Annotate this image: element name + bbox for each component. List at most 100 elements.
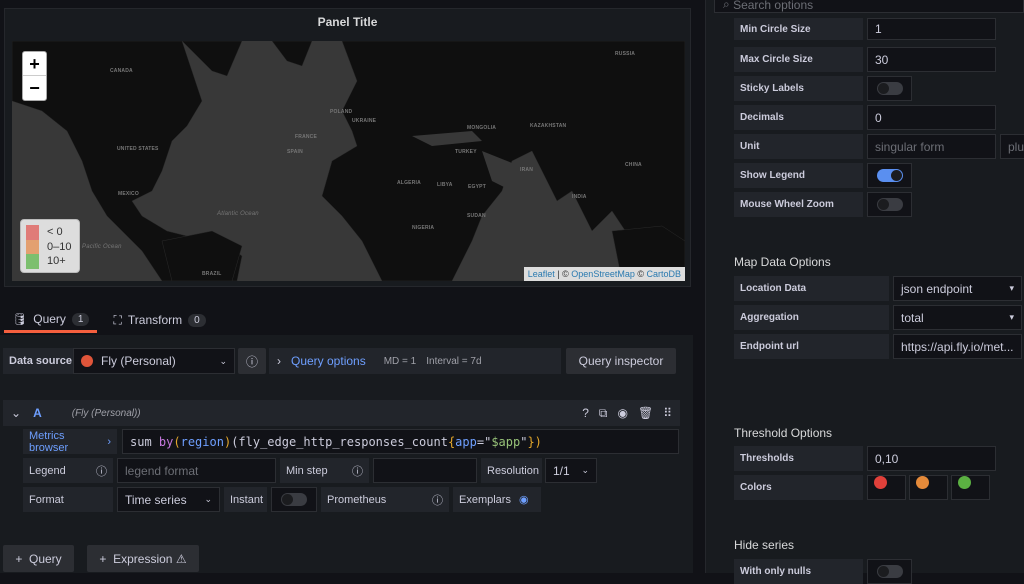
- max-circle-size-input[interactable]: 30: [867, 47, 996, 72]
- toggle-switch[interactable]: [876, 169, 903, 182]
- location-data-select[interactable]: json endpoint ▾: [893, 276, 1022, 301]
- tab-query[interactable]: 🛢 Query 1: [4, 308, 98, 333]
- hide-series-heading: Hide series: [734, 538, 795, 552]
- endpoint-url-input[interactable]: https://api.fly.io/met...: [893, 334, 1022, 359]
- help-icon[interactable]: ?: [582, 406, 589, 421]
- query-row-header[interactable]: ⌄ A (Fly (Personal)) ? ⧉ ◉ 🗑 ⠿: [3, 400, 680, 426]
- mouse-wheel-zoom-toggle[interactable]: [867, 192, 912, 217]
- tab-count: 1: [71, 312, 90, 326]
- legend-swatch: [26, 254, 39, 269]
- world-map[interactable]: CANADA UNITED STATES MEXICO RUSSIA KAZAK…: [12, 41, 685, 281]
- map-zoom-control: + −: [22, 51, 47, 101]
- collapse-icon[interactable]: ⌄: [11, 406, 21, 420]
- tab-label: Query: [33, 312, 66, 326]
- expr-token: (fly_edge_http_responses_count: [231, 434, 448, 449]
- trash-icon[interactable]: 🗑: [638, 406, 653, 421]
- resolution-select[interactable]: 1/1 ⌄: [545, 458, 597, 483]
- min-step-text: Min step: [286, 464, 328, 477]
- options-pane: ⌕ Search options Min Circle Size 1 Max C…: [705, 0, 1024, 584]
- format-value: Time series: [125, 492, 187, 507]
- cartodb-link[interactable]: CartoDB: [646, 269, 681, 279]
- location-data-value: json endpoint: [901, 281, 973, 296]
- map-label: KAZAKHSTAN: [530, 123, 567, 129]
- with-only-nulls-toggle[interactable]: [867, 559, 912, 584]
- toggle-switch[interactable]: [876, 198, 903, 211]
- search-options-input[interactable]: ⌕ Search options: [714, 0, 1024, 13]
- panel-title[interactable]: Panel Title: [5, 15, 690, 29]
- show-legend-toggle[interactable]: [867, 163, 912, 188]
- query-options-toggle[interactable]: Query options: [291, 354, 366, 368]
- thresholds-input[interactable]: 0,10: [867, 446, 996, 471]
- osm-link[interactable]: OpenStreetMap: [571, 269, 635, 279]
- aggregation-value: total: [901, 310, 924, 325]
- data-source-picker[interactable]: Fly (Personal) ⌄: [73, 348, 235, 374]
- expr-token: =": [476, 434, 492, 449]
- color-swatch: [958, 476, 971, 489]
- unit-plural-input[interactable]: plural form: [1000, 134, 1024, 159]
- decimals-input[interactable]: 0: [867, 105, 996, 130]
- color-swatch: [916, 476, 929, 489]
- search-icon: ⌕: [723, 0, 734, 11]
- add-query-label: Query: [29, 551, 62, 566]
- max-datapoints: MD = 1: [383, 355, 417, 367]
- add-query-button[interactable]: + Query: [3, 545, 74, 572]
- attribution-sep: | ©: [554, 269, 572, 279]
- legend-label: 0–10: [47, 240, 72, 253]
- eye-icon[interactable]: ◉: [617, 406, 627, 421]
- expr-token: ": [520, 434, 528, 449]
- map-label: RUSSIA: [615, 51, 636, 57]
- min-step-input[interactable]: [373, 458, 477, 483]
- color-picker-1[interactable]: [867, 475, 906, 500]
- query-expression-input[interactable]: sum by(region) (fly_edge_http_responses_c…: [122, 429, 679, 454]
- info-icon: ⓘ: [352, 465, 363, 478]
- metrics-browser-button[interactable]: Metrics browser ›: [23, 429, 117, 454]
- legend-swatch: [26, 225, 39, 240]
- tab-transform[interactable]: ⛶ Transform 0: [105, 308, 213, 332]
- query-ref-id[interactable]: A: [33, 406, 42, 420]
- threshold-options-heading: Threshold Options: [734, 426, 833, 440]
- instant-toggle[interactable]: [271, 487, 317, 512]
- interval: Interval = 7d: [426, 355, 482, 367]
- query-options-bar[interactable]: › Query options MD = 1 Interval = 7d: [269, 348, 561, 374]
- toggle-switch[interactable]: [876, 82, 903, 95]
- with-only-nulls-label: With only nulls: [734, 559, 863, 584]
- map-label: Atlantic Ocean: [217, 211, 259, 217]
- zoom-out-button[interactable]: −: [23, 76, 46, 100]
- min-circle-size-input[interactable]: 1: [867, 18, 996, 40]
- help-button[interactable]: ⓘ: [238, 348, 266, 374]
- legend-label-text: Legend: [29, 464, 66, 477]
- add-expression-label: Expression: [113, 551, 173, 566]
- query-inspector-button[interactable]: Query inspector: [566, 348, 676, 374]
- add-expression-button[interactable]: + Expression ⚠: [87, 545, 199, 572]
- mouse-wheel-zoom-label: Mouse Wheel Zoom: [734, 192, 863, 217]
- query-editor: Data source Fly (Personal) ⌄ ⓘ › Query op…: [0, 335, 693, 573]
- color-picker-3[interactable]: [951, 475, 990, 500]
- aggregation-select[interactable]: total ▾: [893, 305, 1022, 330]
- legend-item: < 0: [26, 225, 74, 240]
- map-label: CHINA: [625, 162, 642, 168]
- thresholds-label: Thresholds: [734, 446, 863, 471]
- data-source-label: Data source: [3, 348, 78, 374]
- toggle-switch[interactable]: [876, 565, 903, 578]
- color-picker-2[interactable]: [909, 475, 948, 500]
- question-icon: ⓘ: [245, 354, 258, 369]
- toggle-switch[interactable]: [281, 493, 307, 506]
- unit-singular-input[interactable]: singular form: [867, 134, 996, 159]
- zoom-in-button[interactable]: +: [23, 52, 46, 76]
- map-label: IRAN: [520, 167, 534, 173]
- expr-token: (: [173, 434, 181, 449]
- legend-format-input[interactable]: legend format: [117, 458, 276, 483]
- map-label: UKRAINE: [352, 118, 377, 124]
- legend-item: 10+: [26, 254, 74, 269]
- eye-icon[interactable]: ◉: [519, 493, 529, 506]
- max-circle-size-label: Max Circle Size: [734, 47, 863, 72]
- leaflet-link[interactable]: Leaflet: [528, 269, 555, 279]
- duplicate-icon[interactable]: ⧉: [599, 406, 608, 421]
- metrics-browser-label: Metrics browser: [29, 429, 69, 454]
- warning-icon: ⚠: [172, 551, 187, 566]
- format-select[interactable]: Time series ⌄: [117, 487, 220, 512]
- expr-token: ): [223, 434, 232, 449]
- sticky-labels-toggle[interactable]: [867, 76, 912, 101]
- drag-handle-icon[interactable]: ⠿: [663, 406, 672, 421]
- legend-swatch: [26, 239, 39, 254]
